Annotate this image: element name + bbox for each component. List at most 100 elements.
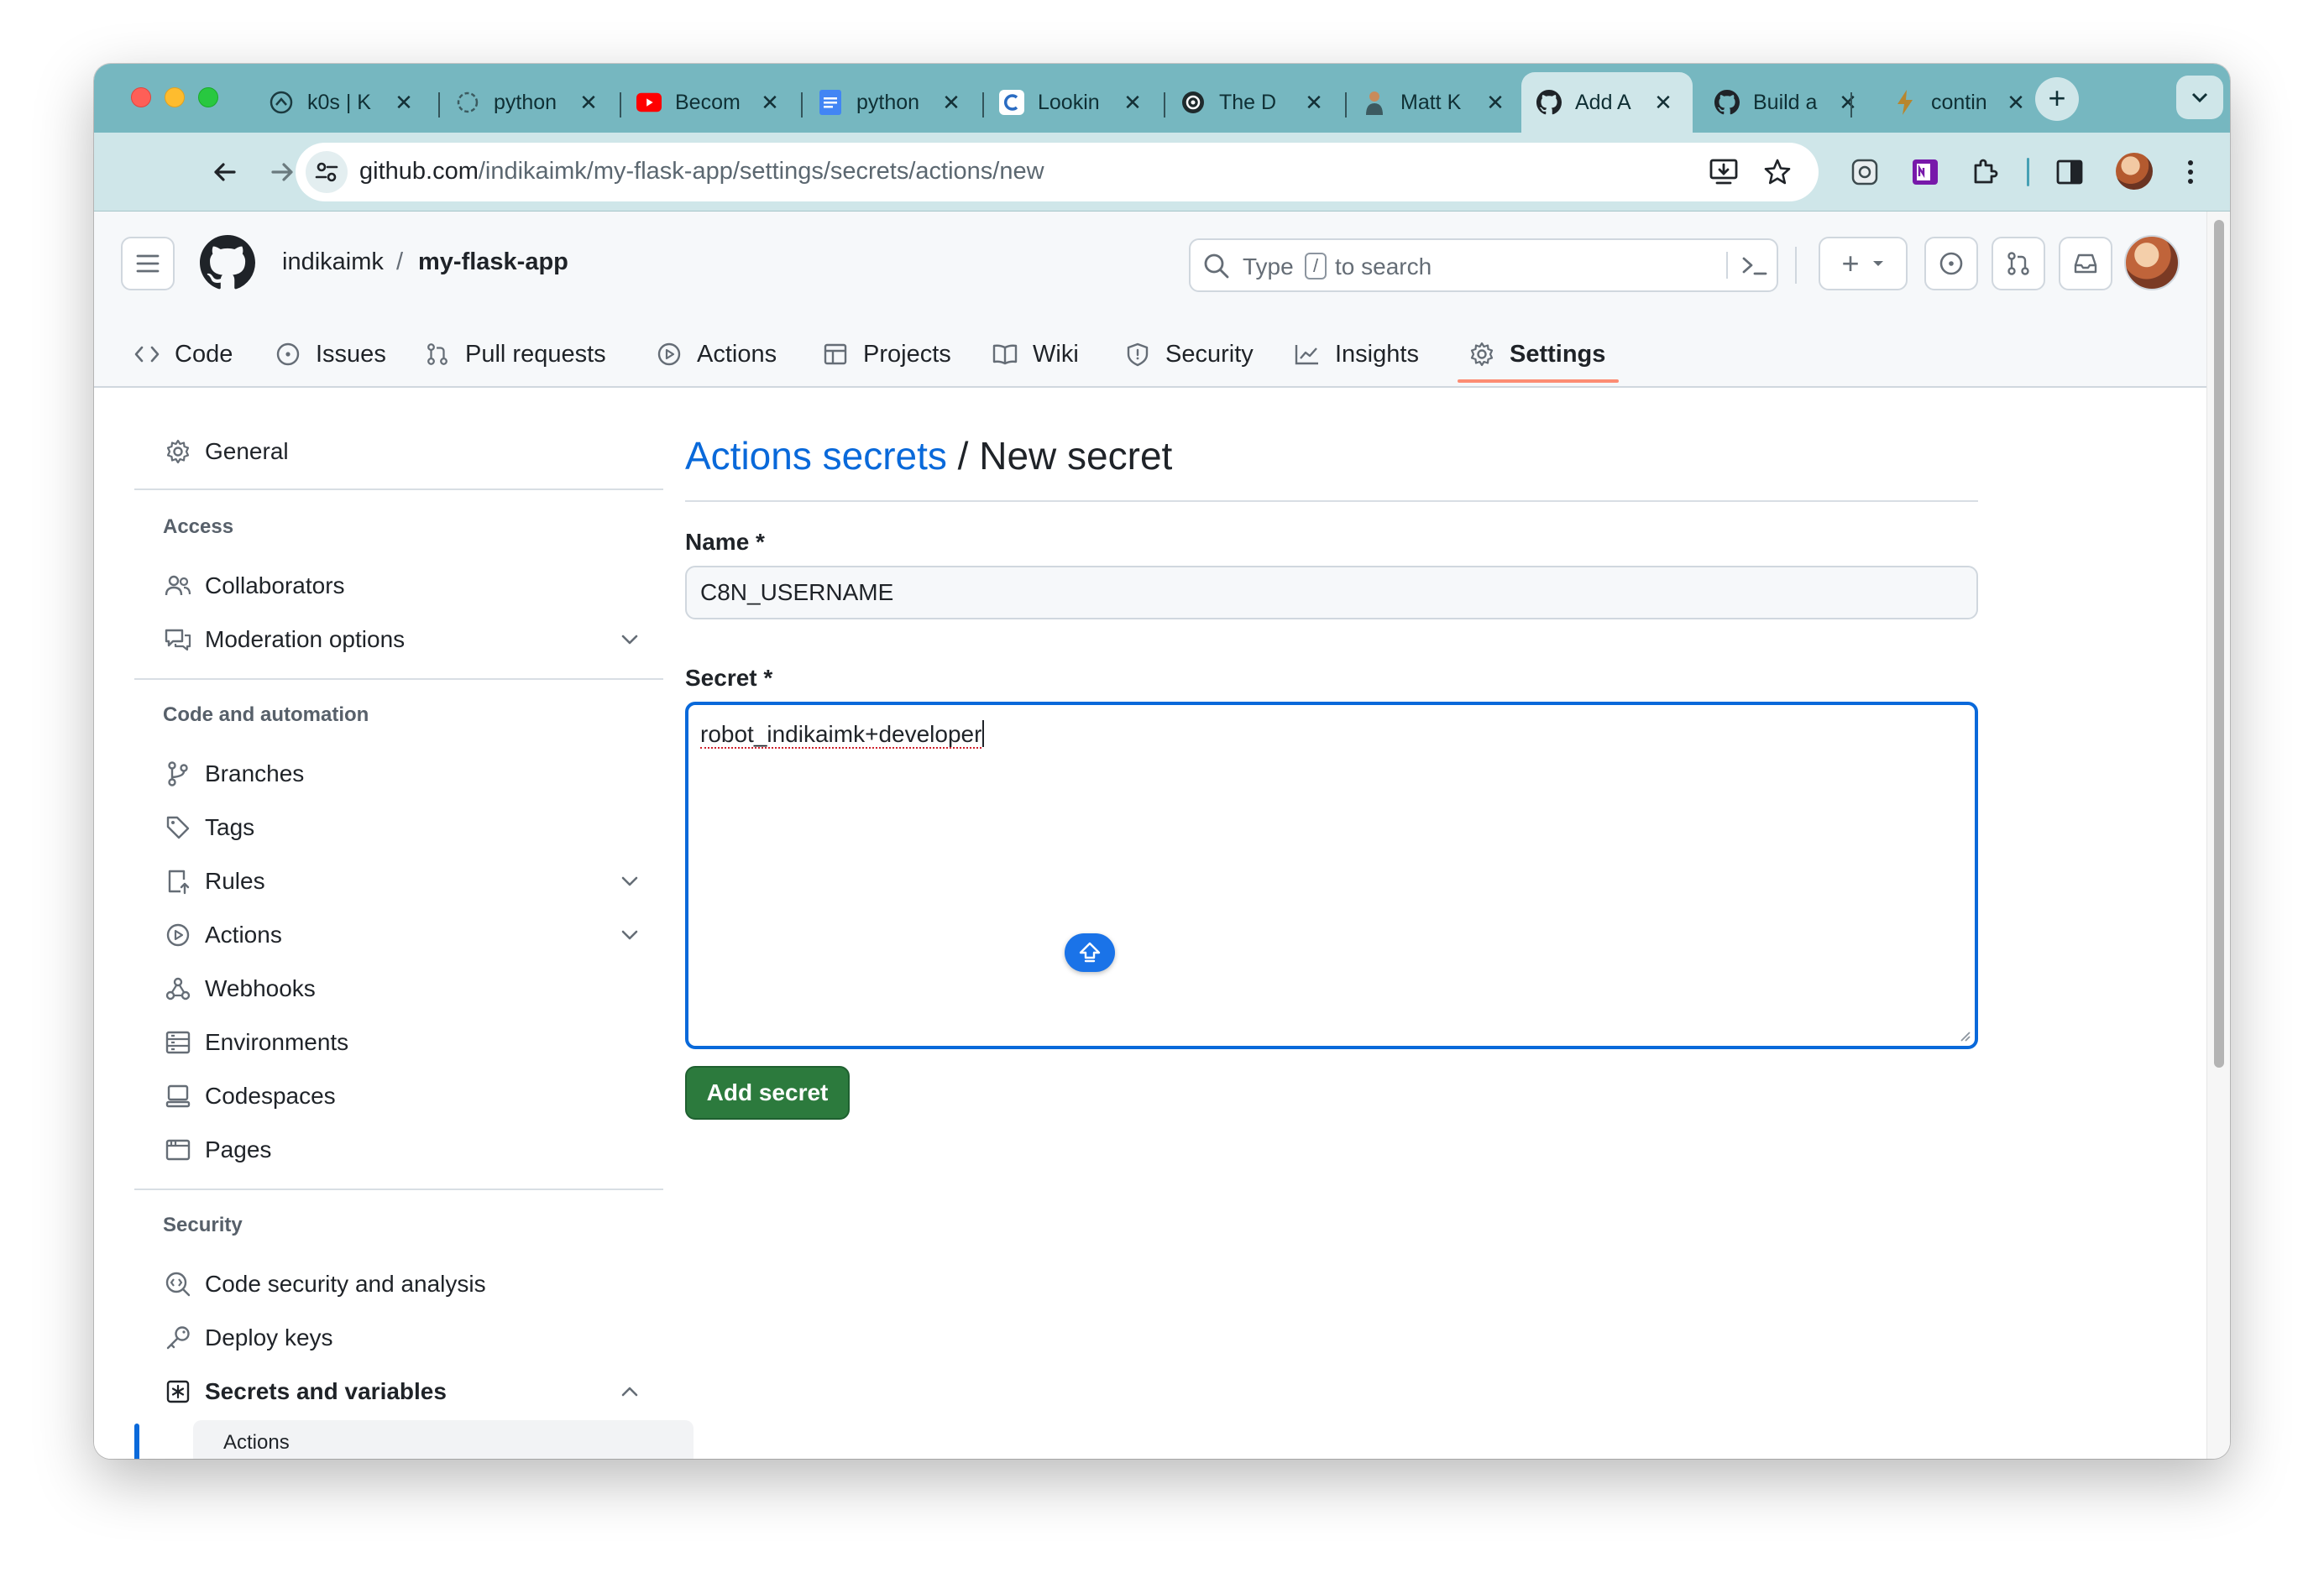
onenote-icon[interactable]: [1904, 151, 1946, 193]
repo-push-icon: [151, 854, 205, 908]
tab-close-icon[interactable]: ✕: [757, 90, 783, 115]
browser-tab-6[interactable]: Matt K ✕: [1347, 72, 1525, 133]
issues-button[interactable]: [1924, 237, 1978, 290]
browser-tab-4[interactable]: Lookin ✕: [984, 72, 1162, 133]
github-logo-icon[interactable]: [200, 235, 255, 290]
global-menu-button[interactable]: [121, 237, 175, 290]
sidebar-item-secrets-and-variables[interactable]: Secrets and variables: [134, 1365, 663, 1418]
sidebar-item-tags[interactable]: Tags: [134, 801, 663, 854]
c-letter-icon: [999, 90, 1024, 115]
browser-tab-title: k0s | K: [307, 90, 371, 114]
tab-close-icon[interactable]: ✕: [1835, 90, 1861, 115]
sidebar-item-codespaces[interactable]: Codespaces: [134, 1069, 663, 1123]
sidebar-item-moderation[interactable]: Moderation options: [134, 613, 663, 666]
tab-close-icon[interactable]: ✕: [391, 90, 416, 115]
sidebar-item-collaborators[interactable]: Collaborators: [134, 559, 663, 613]
back-button[interactable]: [203, 151, 245, 193]
browser-tab-9[interactable]: contin ✕: [1877, 72, 2045, 133]
sidebar-item-webhooks[interactable]: Webhooks: [134, 962, 663, 1016]
tab-settings[interactable]: Settings: [1468, 321, 1605, 388]
url-text[interactable]: github.com/indikaimk/my-flask-app/settin…: [359, 158, 1044, 185]
side-panel-icon[interactable]: [2049, 151, 2091, 193]
browser-tab-1[interactable]: python ✕: [440, 72, 618, 133]
tab-close-icon[interactable]: ✕: [1301, 90, 1327, 115]
hamburger-icon: [136, 254, 160, 273]
puzzle-extensions-icon[interactable]: [1963, 151, 2005, 193]
close-window-button[interactable]: [131, 87, 151, 107]
browser-tab-7-active[interactable]: Add A ✕: [1521, 72, 1693, 133]
chevron-down-icon[interactable]: [616, 922, 643, 948]
breadcrumb-separator: /: [396, 248, 404, 275]
extension-icon[interactable]: [1844, 151, 1886, 193]
browser-tab-0[interactable]: k0s | K ✕: [254, 72, 433, 133]
search-placeholder-suffix: to search: [1335, 253, 1432, 280]
browser-tab-5[interactable]: The D ✕: [1165, 72, 1343, 133]
sidebar-item-branches[interactable]: Branches: [134, 747, 663, 801]
site-settings-icon[interactable]: [306, 151, 348, 193]
search-input[interactable]: Type / to search: [1189, 238, 1778, 292]
actions-secrets-link[interactable]: Actions secrets: [685, 434, 947, 478]
sidebar-item-pages[interactable]: Pages: [134, 1123, 663, 1177]
tab-label: Security: [1165, 340, 1254, 368]
bookmark-star-icon[interactable]: [1758, 153, 1797, 191]
tab-close-icon[interactable]: ✕: [576, 90, 601, 115]
inbox-button[interactable]: [2059, 237, 2112, 290]
chevron-down-icon[interactable]: [616, 868, 643, 895]
tab-insights[interactable]: Insights: [1293, 321, 1419, 388]
tab-pull-requests[interactable]: Pull requests: [423, 321, 606, 388]
breadcrumb-separator: /: [946, 434, 980, 478]
issue-icon: [274, 340, 302, 368]
repo-owner-link[interactable]: indikaimk: [282, 248, 384, 276]
password-key-icon[interactable]: [1065, 933, 1115, 972]
tab-label: Insights: [1335, 340, 1419, 368]
tab-search-button[interactable]: [2176, 76, 2223, 119]
tab-close-icon[interactable]: ✕: [2003, 90, 2028, 115]
pull-requests-button[interactable]: [1992, 237, 2045, 290]
browser-tab-title: Add A: [1575, 90, 1631, 114]
tab-projects[interactable]: Projects: [821, 321, 951, 388]
secret-name-input[interactable]: C8N_USERNAME: [685, 566, 1978, 619]
tab-code[interactable]: Code: [133, 321, 233, 388]
minimize-window-button[interactable]: [165, 87, 185, 107]
sidebar-item-code-security[interactable]: Code security and analysis: [134, 1257, 663, 1311]
tab-close-icon[interactable]: ✕: [1483, 90, 1508, 115]
new-tab-button[interactable]: +: [2035, 77, 2079, 121]
resize-grip-icon[interactable]: [1956, 1027, 1971, 1042]
tab-actions[interactable]: Actions: [655, 321, 777, 388]
command-palette-icon[interactable]: [1740, 252, 1770, 280]
browser-tab-3[interactable]: python ✕: [803, 72, 981, 133]
add-secret-button[interactable]: Add secret: [685, 1066, 850, 1120]
address-bar[interactable]: github.com/indikaimk/my-flask-app/settin…: [296, 143, 1819, 201]
tab-close-icon[interactable]: ✕: [1651, 90, 1676, 115]
page-scrollbar[interactable]: [2206, 212, 2230, 1459]
chevron-down-icon[interactable]: [616, 626, 643, 653]
search-placeholder-prefix: Type: [1243, 253, 1294, 280]
sidebar-item-environments[interactable]: Environments: [134, 1016, 663, 1069]
profile-avatar[interactable]: [2116, 153, 2153, 190]
play-icon: [151, 908, 205, 962]
sidebar-item-general[interactable]: General: [134, 425, 663, 478]
browser-tab-2[interactable]: Becom ✕: [621, 72, 799, 133]
tab-security[interactable]: Security: [1123, 321, 1254, 388]
install-app-icon[interactable]: [1704, 153, 1743, 191]
chevron-up-icon[interactable]: [616, 1378, 643, 1405]
sidebar-item-actions[interactable]: Actions: [134, 908, 663, 962]
sidebar-item-rules[interactable]: Rules: [134, 854, 663, 908]
browser-page-icon: [151, 1123, 205, 1177]
tab-close-icon[interactable]: ✕: [939, 90, 964, 115]
repo-name-link[interactable]: my-flask-app: [418, 248, 568, 276]
sidebar-item-deploy-keys[interactable]: Deploy keys: [134, 1311, 663, 1365]
secret-value-textarea[interactable]: robot_indikaimk+developer: [685, 702, 1978, 1049]
create-new-button[interactable]: +: [1819, 237, 1908, 290]
zoom-window-button[interactable]: [198, 87, 218, 107]
browser-menu-icon[interactable]: [2170, 151, 2211, 193]
tab-close-icon[interactable]: ✕: [1120, 90, 1145, 115]
user-avatar[interactable]: [2124, 235, 2180, 290]
tab-issues[interactable]: Issues: [274, 321, 386, 388]
scrollbar-thumb[interactable]: [2214, 220, 2224, 1068]
gear-icon: [151, 425, 205, 478]
sidebar-divider: [134, 678, 663, 680]
sidebar-subitem-actions[interactable]: Actions: [193, 1420, 694, 1459]
tab-wiki[interactable]: Wiki: [991, 321, 1079, 388]
window-controls: [131, 87, 218, 107]
